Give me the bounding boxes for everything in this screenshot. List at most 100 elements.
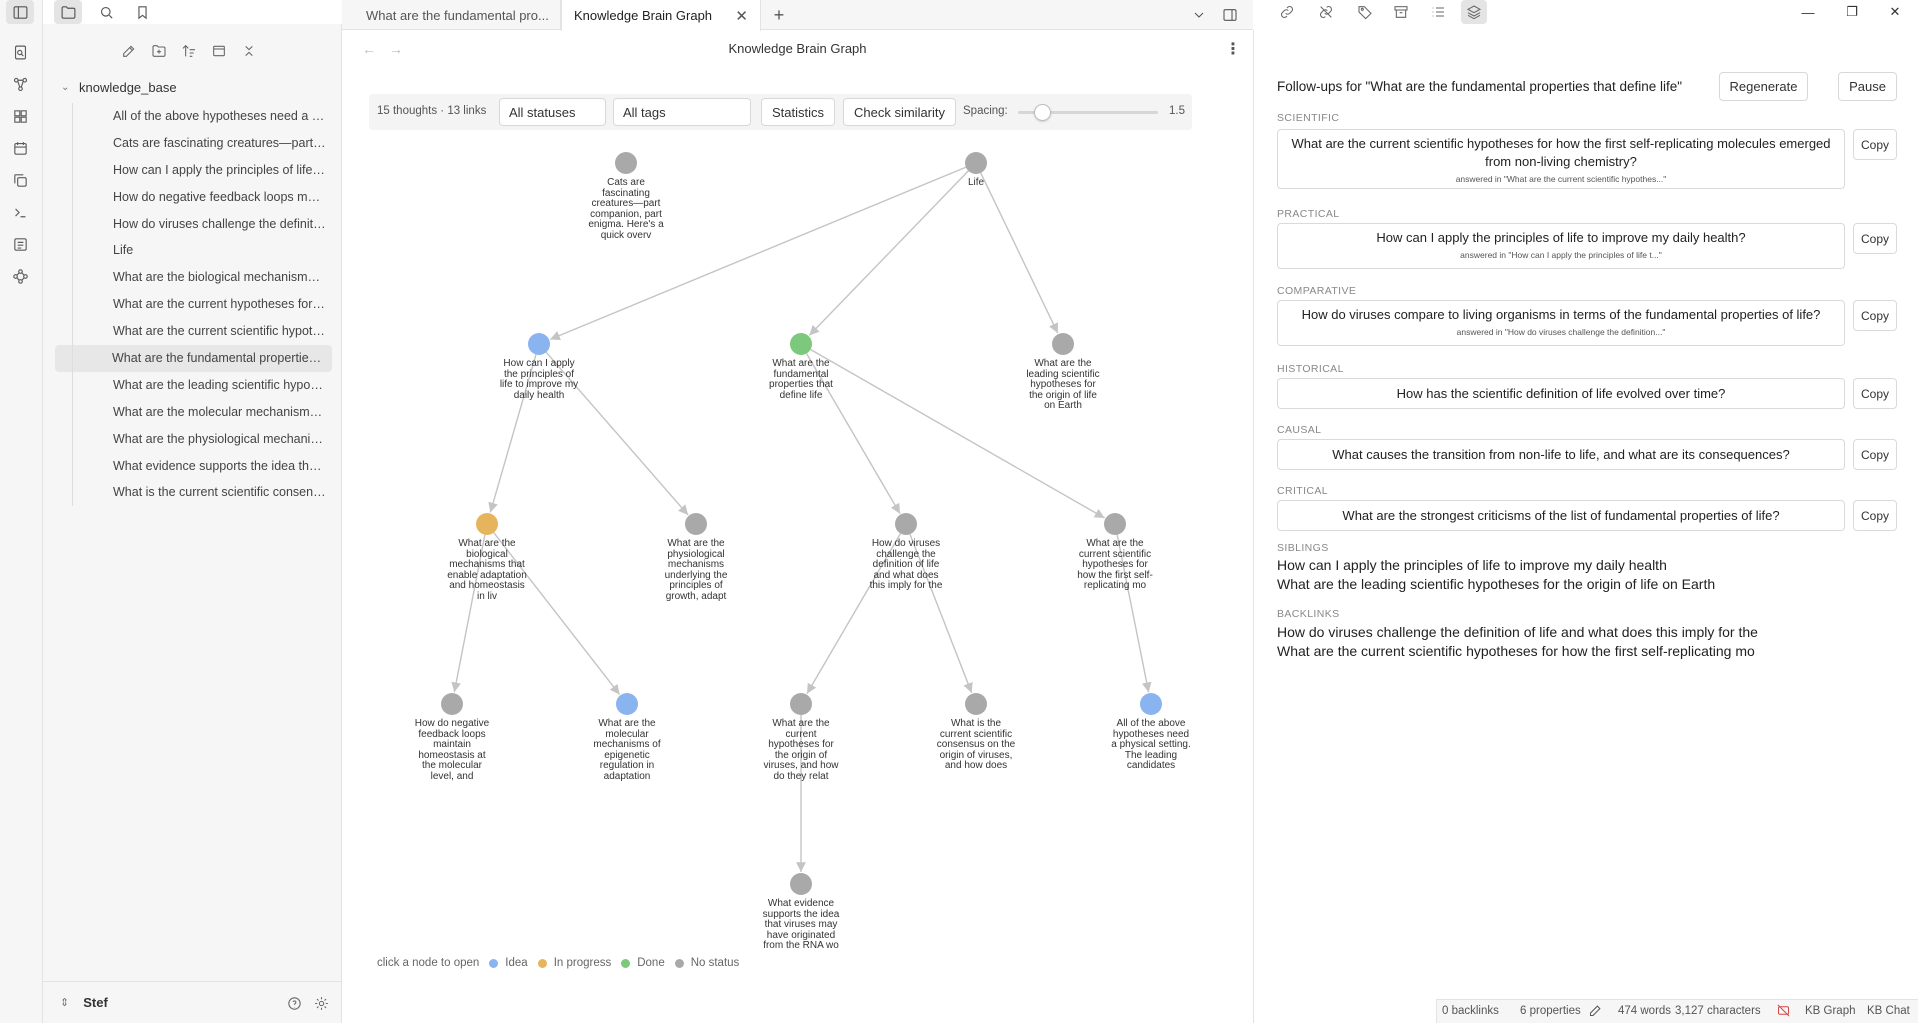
copy-button[interactable]: Copy: [1853, 223, 1897, 254]
tag-filter-select[interactable]: All tags: [613, 98, 751, 126]
pause-button[interactable]: Pause: [1838, 72, 1897, 101]
file-item[interactable]: All of the above hypotheses need a p...: [72, 103, 332, 130]
backlink-link[interactable]: How do viruses challenge the definition …: [1277, 624, 1758, 640]
tag-icon[interactable]: [1352, 0, 1378, 24]
graph-node-label[interactable]: What are the current scientific hypothes…: [1075, 538, 1155, 592]
open-quick-switcher-icon[interactable]: [8, 40, 32, 64]
terminal-icon[interactable]: [8, 200, 32, 224]
answered-in-note[interactable]: answered in "What are the current scient…: [1288, 174, 1834, 184]
graph-node-label[interactable]: What are the biological mechanisms that …: [447, 538, 527, 603]
graph-node[interactable]: [1052, 333, 1074, 355]
statistics-button[interactable]: Statistics: [761, 98, 836, 126]
unlink-icon[interactable]: [1313, 0, 1339, 24]
list-icon[interactable]: [8, 232, 32, 256]
close-window-icon[interactable]: ✕: [1880, 2, 1910, 22]
copy-button[interactable]: Copy: [1853, 439, 1897, 470]
copy-icon[interactable]: [8, 168, 32, 192]
file-item[interactable]: How do negative feedback loops mai...: [72, 183, 332, 211]
graph-node[interactable]: [441, 693, 463, 715]
graph-view-icon[interactable]: [8, 72, 32, 96]
more-options-icon[interactable]: ⋮: [1225, 39, 1241, 59]
file-item[interactable]: How do viruses challenge the definiti...: [72, 210, 332, 238]
graph-node[interactable]: [615, 152, 637, 174]
file-item[interactable]: Life: [72, 237, 332, 265]
file-item[interactable]: What is the current scientific consens..…: [72, 479, 332, 507]
graph-node[interactable]: [965, 693, 987, 715]
answered-in-note[interactable]: answered in "How do viruses challenge th…: [1288, 327, 1834, 337]
sibling-link[interactable]: How can I apply the principles of life t…: [1277, 557, 1667, 573]
graph-node-label[interactable]: What are the current hypotheses for the …: [761, 718, 841, 783]
kb-graph-status[interactable]: KB Graph: [1805, 1005, 1856, 1017]
followup-question-card[interactable]: What are the strongest criticisms of the…: [1277, 500, 1845, 531]
network-icon[interactable]: [8, 264, 32, 288]
graph-node-label[interactable]: Cats are fascinating creatures—part comp…: [586, 177, 666, 242]
help-icon[interactable]: [284, 993, 304, 1013]
calendar-icon[interactable]: [8, 136, 32, 160]
search-icon[interactable]: [92, 0, 120, 24]
graph-node[interactable]: [895, 513, 917, 535]
edit-pencil-icon[interactable]: [1588, 1003, 1603, 1021]
toggle-right-sidebar-icon[interactable]: [1219, 4, 1241, 26]
collapse-icon[interactable]: [208, 40, 230, 62]
graph-node-label[interactable]: What is the current scientific consensus…: [936, 718, 1016, 772]
copy-button[interactable]: Copy: [1853, 300, 1897, 331]
file-item[interactable]: What are the biological mechanisms t...: [72, 264, 332, 292]
sync-off-icon[interactable]: [1776, 1003, 1791, 1021]
followup-question-card[interactable]: How do viruses compare to living organis…: [1277, 300, 1845, 346]
copy-button[interactable]: Copy: [1853, 378, 1897, 409]
dashboard-icon[interactable]: [8, 104, 32, 128]
followup-question-card[interactable]: What causes the transition from non-life…: [1277, 439, 1845, 470]
layers-icon[interactable]: [1461, 0, 1487, 24]
maximize-window-icon[interactable]: ❐: [1837, 2, 1867, 22]
spacing-slider[interactable]: [1018, 104, 1158, 121]
graph-node[interactable]: [965, 152, 987, 174]
close-all-icon[interactable]: [238, 40, 260, 62]
link-icon[interactable]: [1274, 0, 1300, 24]
tab-list-chevron-icon[interactable]: [1188, 4, 1210, 26]
graph-node-label[interactable]: What are the physiological mechanisms un…: [656, 538, 736, 603]
settings-gear-icon[interactable]: [311, 993, 331, 1013]
kb-chat-status[interactable]: KB Chat: [1867, 1005, 1910, 1017]
graph-node[interactable]: [685, 513, 707, 535]
knowledge-graph[interactable]: Cats are fascinating creatures—part comp…: [342, 140, 1253, 970]
followup-question-card[interactable]: How can I apply the principles of life t…: [1277, 223, 1845, 269]
graph-node-label[interactable]: What are the molecular mechanisms of epi…: [587, 718, 667, 783]
folder-knowledge-base[interactable]: ⌄ knowledge_base: [61, 80, 177, 95]
new-tab-icon[interactable]: +: [768, 4, 790, 26]
status-filter-select[interactable]: All statuses: [499, 98, 606, 126]
new-note-icon[interactable]: [118, 40, 140, 62]
graph-node-label[interactable]: All of the above hypotheses need a physi…: [1111, 718, 1191, 772]
followup-question-card[interactable]: What are the current scientific hypothes…: [1277, 129, 1845, 189]
tab-knowledge-brain-graph[interactable]: Knowledge Brain Graph ✕: [561, 0, 761, 31]
backlinks-count[interactable]: 0 backlinks: [1442, 1005, 1499, 1017]
graph-node-label[interactable]: Life: [936, 177, 1016, 189]
graph-node[interactable]: [790, 333, 812, 355]
copy-button[interactable]: Copy: [1853, 500, 1897, 531]
graph-node[interactable]: [790, 873, 812, 895]
sibling-link[interactable]: What are the leading scientific hypothes…: [1277, 576, 1715, 592]
graph-node-label[interactable]: How do negative feedback loops maintain …: [412, 718, 492, 783]
bookmark-icon[interactable]: [128, 0, 156, 24]
file-item[interactable]: What are the physiological mechanis...: [72, 425, 332, 453]
file-item[interactable]: What are the leading scientific hypoth..…: [72, 371, 332, 399]
file-item[interactable]: Cats are fascinating creatures—part c...: [72, 129, 332, 157]
graph-node[interactable]: [476, 513, 498, 535]
properties-count[interactable]: 6 properties: [1520, 1005, 1581, 1017]
answered-in-note[interactable]: answered in "How can I apply the princip…: [1288, 250, 1834, 260]
graph-node[interactable]: [1140, 693, 1162, 715]
graph-node[interactable]: [790, 693, 812, 715]
tab-fundamental-properties[interactable]: What are the fundamental pro...: [342, 0, 561, 30]
file-item[interactable]: How can I apply the principles of life t…: [72, 156, 332, 184]
outline-icon[interactable]: [1425, 0, 1451, 24]
archive-icon[interactable]: [1388, 0, 1414, 24]
graph-node[interactable]: [528, 333, 550, 355]
spacing-slider-thumb[interactable]: [1033, 104, 1051, 121]
graph-node-label[interactable]: How can I apply the principles of life t…: [499, 358, 579, 401]
regenerate-button[interactable]: Regenerate: [1719, 72, 1808, 101]
file-item[interactable]: What are the current hypotheses for t...: [72, 291, 332, 319]
graph-node-label[interactable]: What are the leading scientific hypothes…: [1023, 358, 1103, 412]
new-folder-icon[interactable]: [148, 40, 170, 62]
minimize-window-icon[interactable]: —: [1793, 2, 1823, 22]
sort-icon[interactable]: [178, 40, 200, 62]
close-tab-icon[interactable]: ✕: [735, 7, 748, 25]
